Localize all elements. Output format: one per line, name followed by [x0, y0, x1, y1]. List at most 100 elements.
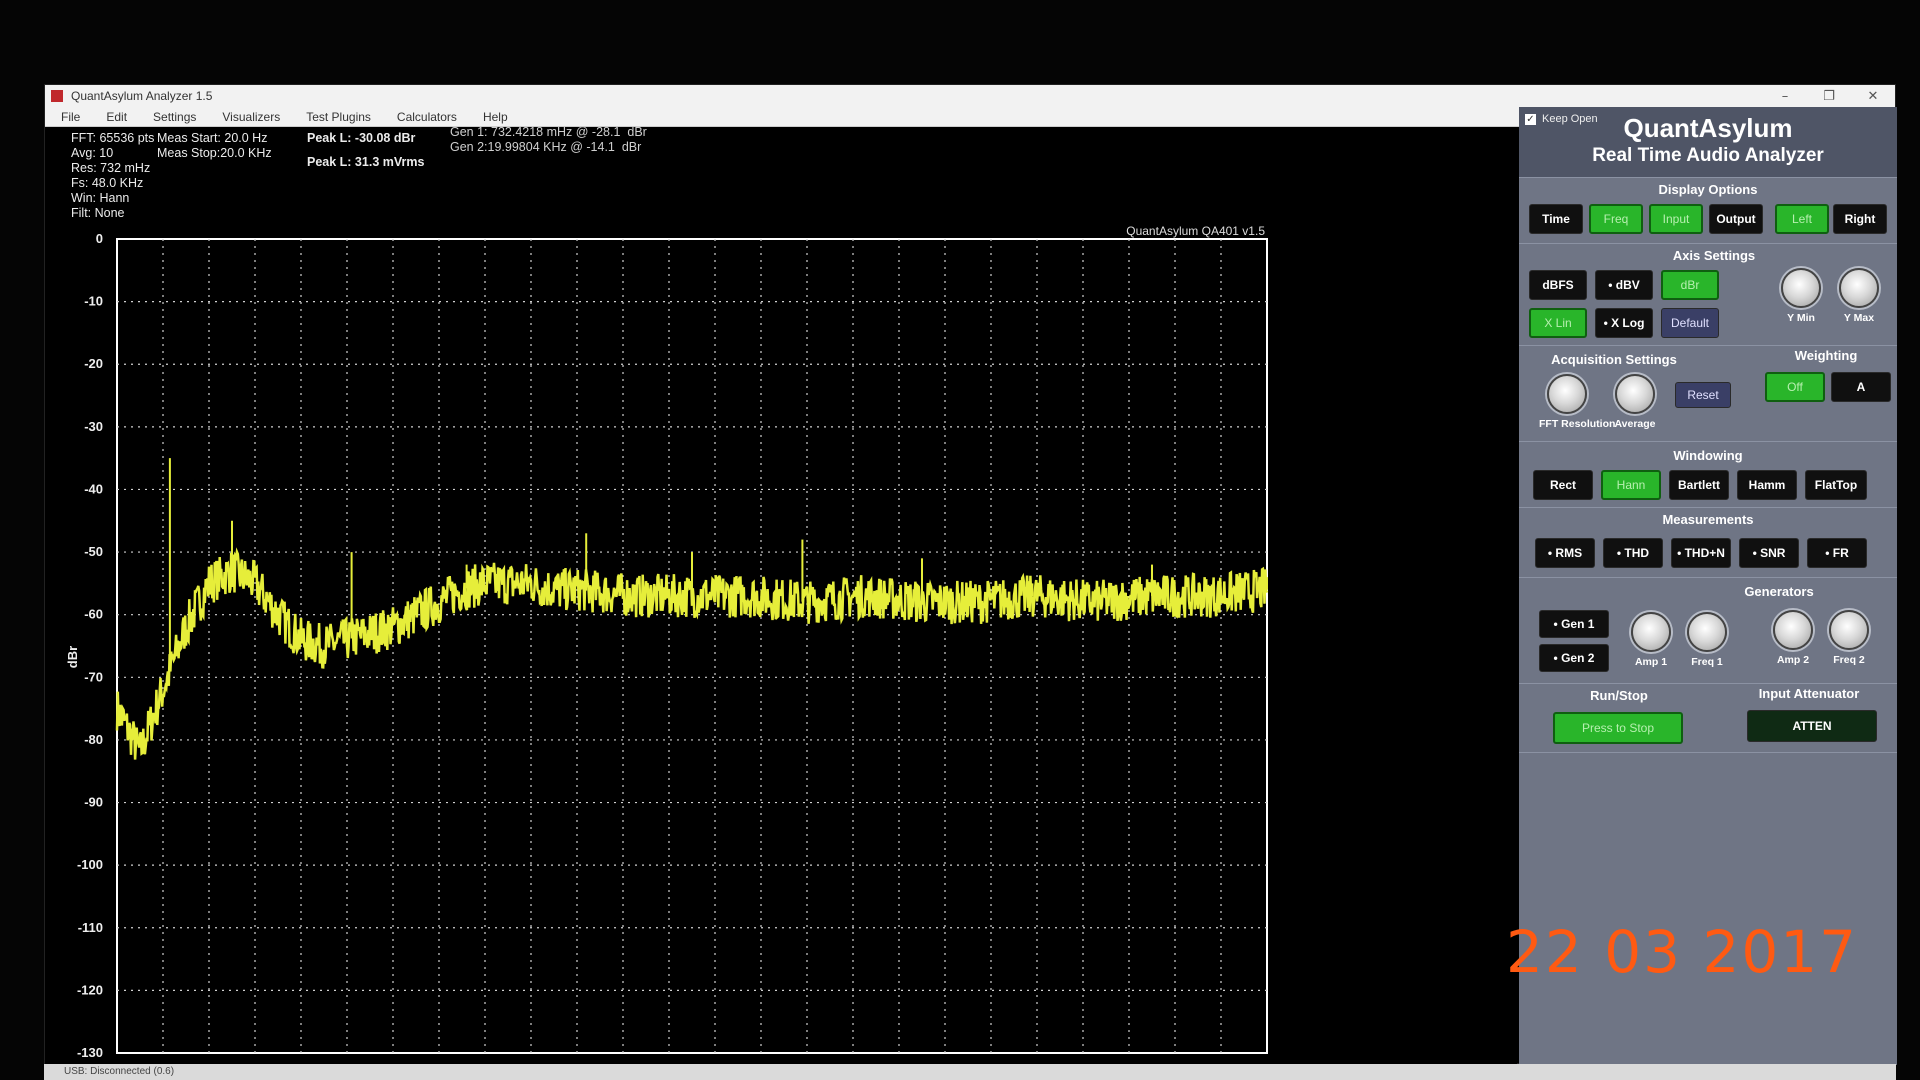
rms-button[interactable]: • RMS: [1535, 538, 1595, 568]
knob-label: Freq 1: [1691, 656, 1723, 668]
status-bar: USB: Disconnected (0.6): [44, 1064, 1896, 1080]
window-title: QuantAsylum Analyzer 1.5: [71, 89, 213, 103]
left-button[interactable]: Left: [1775, 204, 1829, 234]
weighting-off-button[interactable]: Off: [1765, 372, 1825, 402]
panel-header: ✓ Keep Open QuantAsylum Real Time Audio …: [1519, 107, 1897, 177]
dbv-button[interactable]: • dBV: [1595, 270, 1653, 300]
knob-dial-icon[interactable]: [1781, 268, 1821, 308]
menu-edit[interactable]: Edit: [106, 110, 127, 124]
average-knob[interactable]: Average: [1607, 374, 1663, 430]
atten-button[interactable]: ATTEN: [1747, 710, 1877, 742]
freq2-knob[interactable]: Freq 2: [1821, 610, 1877, 666]
knob-dial-icon[interactable]: [1829, 610, 1869, 650]
app-icon: [51, 90, 63, 102]
spectrum-chart[interactable]: 0 -10 -20 -30 -40 -50 -60 -70 -80 -90 -100 -110 -120…: [45, 127, 1517, 1065]
snr-button[interactable]: • SNR: [1739, 538, 1799, 568]
input-button[interactable]: Input: [1649, 204, 1703, 234]
menu-calculators[interactable]: Calculators: [397, 110, 457, 124]
freq-button[interactable]: Freq: [1589, 204, 1643, 234]
menu-file[interactable]: File: [61, 110, 80, 124]
y-axis-label: dBr: [65, 646, 80, 668]
menu-visualizers[interactable]: Visualizers: [222, 110, 280, 124]
close-icon[interactable]: ✕: [1851, 89, 1895, 104]
plot-watermark: QuantAsylum QA401 v1.5: [1126, 224, 1265, 238]
minimize-icon[interactable]: –: [1763, 89, 1807, 104]
axis-settings-section: Axis Settings dBFS • dBV dBr X Lin • X L…: [1519, 243, 1897, 345]
knob-dial-icon[interactable]: [1687, 612, 1727, 652]
x-log-button[interactable]: • X Log: [1595, 308, 1653, 338]
y-tick-label: -110: [78, 920, 103, 935]
menu-settings[interactable]: Settings: [153, 110, 196, 124]
y-tick-label: -50: [84, 544, 103, 559]
title-bar: QuantAsylum Analyzer 1.5 – ❐ ✕: [45, 85, 1895, 107]
display-options-section: Display Options Time Freq Input Output L…: [1519, 177, 1897, 243]
thdn-button[interactable]: • THD+N: [1671, 538, 1731, 568]
flattop-window-button[interactable]: FlatTop: [1805, 470, 1867, 500]
thd-button[interactable]: • THD: [1603, 538, 1663, 568]
acquisition-title: Acquisition Settings: [1551, 352, 1677, 367]
dbr-button[interactable]: dBr: [1661, 270, 1719, 300]
hamm-window-button[interactable]: Hamm: [1737, 470, 1797, 500]
y-tick-label: -40: [84, 481, 103, 496]
display-options-title: Display Options: [1658, 182, 1758, 197]
harmonic-spikes: [168, 458, 1268, 672]
weighting-title: Weighting: [1794, 348, 1858, 363]
right-button[interactable]: Right: [1833, 204, 1887, 234]
knob-dial-icon[interactable]: [1547, 374, 1587, 414]
knob-dial-icon[interactable]: [1773, 610, 1813, 650]
acquisition-section: Acquisition Settings FFT Resolution Aver…: [1519, 345, 1897, 441]
y-tick-label: -90: [84, 795, 103, 810]
freq1-knob[interactable]: Freq 1: [1679, 612, 1735, 668]
amp1-knob[interactable]: Amp 1: [1623, 612, 1679, 668]
weighting-a-button[interactable]: A: [1831, 372, 1891, 402]
generators-section: Generators • Gen 1 • Gen 2 Amp 1 Freq 1 …: [1519, 577, 1897, 683]
y-tick-label: -70: [84, 669, 103, 684]
time-button[interactable]: Time: [1529, 204, 1583, 234]
bartlett-window-button[interactable]: Bartlett: [1669, 470, 1729, 500]
menu-help[interactable]: Help: [483, 110, 508, 124]
knob-label: Amp 2: [1776, 654, 1810, 666]
output-button[interactable]: Output: [1709, 204, 1763, 234]
spectrum-plot-area: FFT: 65536 pts Avg: 10 Res: 732 mHz Fs: …: [45, 125, 1517, 1065]
run-stop-title: Run/Stop: [1590, 688, 1648, 703]
axis-settings-title: Axis Settings: [1672, 248, 1756, 263]
y-tick-label: -120: [77, 982, 103, 997]
fr-button[interactable]: • FR: [1807, 538, 1867, 568]
y-tick-label: -20: [84, 356, 103, 371]
y-min-knob[interactable]: Y Min: [1773, 268, 1829, 324]
run-stop-section: Run/Stop Press to Stop Input Attenuator …: [1519, 683, 1897, 753]
press-to-stop-button[interactable]: Press to Stop: [1553, 712, 1683, 744]
camera-date-stamp: 22 03 2017: [1506, 918, 1859, 986]
windowing-title: Windowing: [1673, 448, 1743, 463]
y-max-knob[interactable]: Y Max: [1831, 268, 1887, 324]
hann-window-button[interactable]: Hann: [1601, 470, 1661, 500]
knob-label: Freq 2: [1833, 654, 1865, 666]
knob-label: Y Max: [1843, 312, 1875, 324]
y-tick-label: -130: [77, 1045, 103, 1060]
knob-label: Amp 1: [1634, 656, 1668, 668]
gen1-button[interactable]: • Gen 1: [1539, 610, 1609, 638]
x-lin-button[interactable]: X Lin: [1529, 308, 1587, 338]
dbfs-button[interactable]: dBFS: [1529, 270, 1587, 300]
y-tick-label: -80: [84, 732, 103, 747]
knob-dial-icon[interactable]: [1615, 374, 1655, 414]
reset-button[interactable]: Reset: [1675, 382, 1731, 408]
knob-label: Y Min: [1787, 312, 1815, 324]
knob-dial-icon[interactable]: [1631, 612, 1671, 652]
knob-label: FFT Resolution: [1539, 418, 1616, 430]
brand-title: QuantAsylum: [1623, 113, 1793, 143]
menu-test-plugins[interactable]: Test Plugins: [306, 110, 371, 124]
knob-dial-icon[interactable]: [1839, 268, 1879, 308]
y-tick-label: -100: [77, 857, 103, 872]
fft-resolution-knob[interactable]: FFT Resolution: [1539, 374, 1616, 430]
maximize-icon[interactable]: ❐: [1807, 89, 1851, 104]
rect-window-button[interactable]: Rect: [1533, 470, 1593, 500]
brand-subtitle: Real Time Audio Analyzer: [1592, 145, 1824, 166]
knob-label: Average: [1614, 418, 1656, 430]
input-attenuator-title: Input Attenuator: [1758, 686, 1860, 701]
y-tick-label: -10: [84, 294, 103, 309]
default-axis-button[interactable]: Default: [1661, 308, 1719, 338]
gen2-button[interactable]: • Gen 2: [1539, 644, 1609, 672]
windowing-section: Windowing Rect Hann Bartlett Hamm FlatTo…: [1519, 441, 1897, 507]
amp2-knob[interactable]: Amp 2: [1765, 610, 1821, 666]
